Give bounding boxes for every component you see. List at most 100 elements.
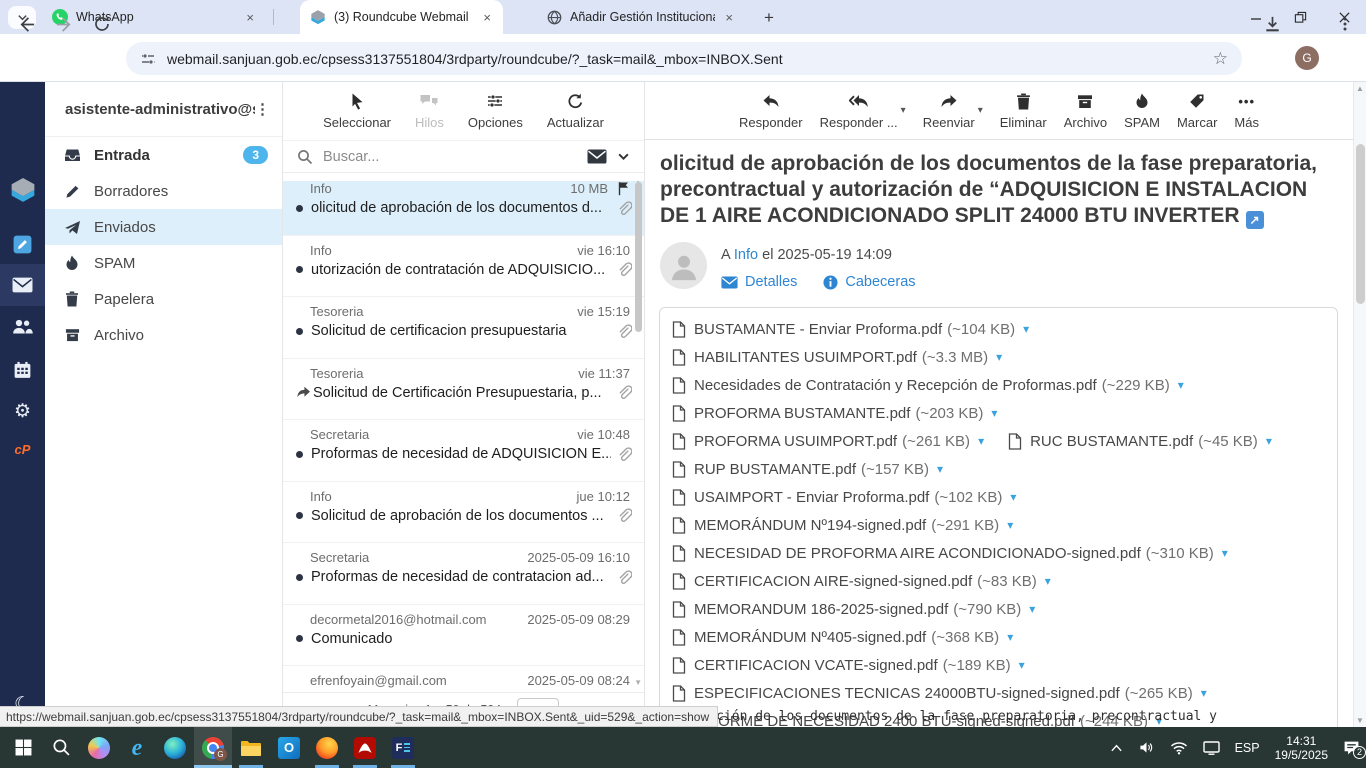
message-row[interactable]: Tesoreriavie 15:19Solicitud de certifica… (283, 304, 644, 359)
forward-button[interactable] (50, 10, 78, 38)
message-row[interactable]: Secretariavie 10:48Proformas de necesida… (283, 427, 644, 482)
settings-nav-button[interactable]: ⚙ (0, 391, 45, 431)
attachment-menu-caret-icon[interactable]: ▾ (1029, 602, 1035, 616)
site-settings-icon[interactable] (140, 51, 156, 67)
attachment-menu-caret-icon[interactable]: ▾ (1201, 686, 1207, 700)
tab-close-icon[interactable]: × (481, 10, 493, 25)
message-row[interactable]: Info10 MBolicitud de aprobación de los d… (283, 181, 644, 236)
select-button[interactable]: Seleccionar (323, 91, 391, 130)
headers-link[interactable]: Cabeceras (823, 274, 915, 290)
external-link-icon[interactable]: ↗ (1246, 211, 1264, 229)
refresh-button[interactable]: Actualizar (547, 91, 604, 130)
mail-toolbar-reenviar-button[interactable]: Reenviar (923, 91, 975, 130)
attachment-item[interactable]: HABILITANTES USUIMPORT.pdf(~3.3 MB)▾ (672, 343, 1002, 371)
scroll-down-icon[interactable]: ▼ (634, 678, 642, 687)
compose-button[interactable] (0, 224, 45, 264)
scroll-down-icon[interactable]: ▼ (1356, 716, 1364, 725)
folder-item-spam[interactable]: SPAM (45, 245, 282, 281)
message-row[interactable]: Tesoreriavie 11:37Solicitud de Certifica… (283, 366, 644, 421)
url-bar[interactable]: webmail.sanjuan.gob.ec/cpsess3137551804/… (126, 42, 1242, 75)
tab-close-icon[interactable]: × (723, 10, 735, 25)
contacts-nav-button[interactable] (0, 306, 45, 346)
tab-gestion[interactable]: Añadir Gestión Institucional | Pa × (537, 0, 745, 34)
content-scrollbar[interactable]: ▲ ▼ (1353, 82, 1366, 727)
threads-button[interactable]: Hilos (415, 91, 444, 130)
attachment-item[interactable]: RUC BUSTAMANTE.pdf(~45 KB)▾ (1008, 427, 1272, 455)
acrobat-button[interactable] (346, 727, 384, 768)
mail-toolbar-responder-button[interactable]: Responder ... (820, 91, 898, 130)
mail-toolbar-responder-button[interactable]: Responder (739, 91, 803, 130)
attachment-menu-caret-icon[interactable]: ▾ (1007, 630, 1013, 644)
tab-roundcube[interactable]: (3) Roundcube Webmail :: Envia × (300, 0, 503, 34)
options-button[interactable]: Opciones (468, 91, 523, 130)
attachment-item[interactable]: NECESIDAD DE PROFORMA AIRE ACONDICIONADO… (672, 539, 1228, 567)
recipient-link[interactable]: Info (734, 247, 758, 263)
bookmark-star-icon[interactable]: ☆ (1213, 50, 1228, 67)
new-tab-button[interactable]: + (758, 7, 780, 29)
reload-button[interactable] (88, 10, 116, 38)
attachment-menu-caret-icon[interactable]: ▾ (1023, 322, 1029, 336)
mail-toolbar-spam-button[interactable]: SPAM (1124, 91, 1160, 130)
internet-explorer-button[interactable]: e (118, 727, 156, 768)
taskbar-search-button[interactable] (42, 727, 80, 768)
attachment-menu-caret-icon[interactable]: ▾ (1266, 434, 1272, 448)
tab-close-icon[interactable]: × (244, 10, 256, 25)
attachment-menu-caret-icon[interactable]: ▾ (978, 434, 984, 448)
profile-avatar[interactable]: G (1295, 46, 1319, 70)
folder-item-entrada[interactable]: Entrada3 (45, 137, 282, 173)
mail-nav-button[interactable] (0, 265, 45, 305)
attachment-item[interactable]: Necesidades de Contratación y Recepción … (672, 371, 1184, 399)
file-explorer-button[interactable] (232, 727, 270, 768)
message-row[interactable]: decormetal2016@hotmail.com2025-05-09 08:… (283, 612, 644, 667)
attachment-item[interactable]: CERTIFICACION VCATE-signed.pdf(~189 KB)▾ (672, 651, 1025, 679)
volume-icon[interactable] (1138, 740, 1155, 755)
search-options-chevron-icon[interactable] (617, 150, 630, 163)
folder-item-borradores[interactable]: Borradores (45, 173, 282, 209)
attachment-menu-caret-icon[interactable]: ▾ (1222, 546, 1228, 560)
dropdown-caret-icon[interactable]: ▾ (978, 105, 983, 116)
mail-toolbar-marcar-button[interactable]: Marcar (1177, 91, 1217, 130)
outlook-button[interactable]: O (270, 727, 308, 768)
attachment-item[interactable]: RUP BUSTAMANTE.pdf(~157 KB)▾ (672, 455, 943, 483)
cpanel-button[interactable]: cP (0, 429, 45, 469)
edge-button[interactable] (156, 727, 194, 768)
browser-menu-button[interactable] (1331, 10, 1359, 38)
message-row[interactable]: Infovie 16:10utorización de contratación… (283, 243, 644, 298)
attachment-menu-caret-icon[interactable]: ▾ (1178, 378, 1184, 392)
language-indicator[interactable]: ESP (1235, 741, 1260, 755)
attachment-menu-caret-icon[interactable]: ▾ (937, 462, 943, 476)
attachment-item[interactable]: MEMORÁNDUM Nº194-signed.pdf(~291 KB)▾ (672, 511, 1013, 539)
tray-expand-icon[interactable] (1110, 743, 1123, 753)
attachment-menu-caret-icon[interactable]: ▾ (1007, 518, 1013, 532)
calendar-nav-button[interactable] (0, 350, 45, 390)
attachment-menu-caret-icon[interactable]: ▾ (1010, 490, 1016, 504)
connect-display-icon[interactable] (1203, 740, 1220, 755)
content-scrollbar-thumb[interactable] (1356, 144, 1365, 304)
scroll-up-icon[interactable]: ▲ (1356, 84, 1364, 93)
mail-toolbar-eliminar-button[interactable]: Eliminar (1000, 91, 1047, 130)
clock[interactable]: 14:3119/5/2025 (1275, 734, 1328, 762)
attachment-item[interactable]: ESPECIFICACIONES TECNICAS 24000BTU-signe… (672, 679, 1207, 707)
attachment-item[interactable]: BUSTAMANTE - Enviar Proforma.pdf(~104 KB… (672, 315, 1029, 343)
attachment-menu-caret-icon[interactable]: ▾ (1045, 574, 1051, 588)
folder-item-papelera[interactable]: Papelera (45, 281, 282, 317)
message-row[interactable]: efrenfoyain@gmail.com2025-05-09 08:24Com… (283, 673, 644, 692)
list-scrollbar-thumb[interactable] (635, 182, 642, 332)
wifi-icon[interactable] (1170, 741, 1188, 755)
back-button[interactable] (12, 10, 40, 38)
attachment-item[interactable]: MEMORANDUM 186-2025-signed.pdf(~790 KB)▾ (672, 595, 1035, 623)
search-input[interactable] (323, 149, 577, 165)
account-menu-button[interactable]: ⋮ (255, 100, 270, 118)
downloads-button[interactable] (1258, 10, 1286, 38)
attachment-item[interactable]: PROFORMA BUSTAMANTE.pdf(~203 KB)▾ (672, 399, 997, 427)
folder-item-archivo[interactable]: Archivo (45, 317, 282, 353)
attachment-item[interactable]: PROFORMA USUIMPORT.pdf(~261 KB)▾ (672, 427, 984, 455)
details-link[interactable]: Detalles (721, 274, 797, 290)
action-center-button[interactable]: 2 (1343, 740, 1360, 756)
copilot-button[interactable] (80, 727, 118, 768)
search-scope-mail-icon[interactable] (587, 149, 607, 164)
attachment-item[interactable]: USAIMPORT - Enviar Proforma.pdf(~102 KB)… (672, 483, 1016, 511)
fapp-button[interactable]: F (384, 727, 422, 768)
mail-toolbar-más-button[interactable]: •••Más (1234, 91, 1259, 130)
attachment-menu-caret-icon[interactable]: ▾ (991, 406, 997, 420)
